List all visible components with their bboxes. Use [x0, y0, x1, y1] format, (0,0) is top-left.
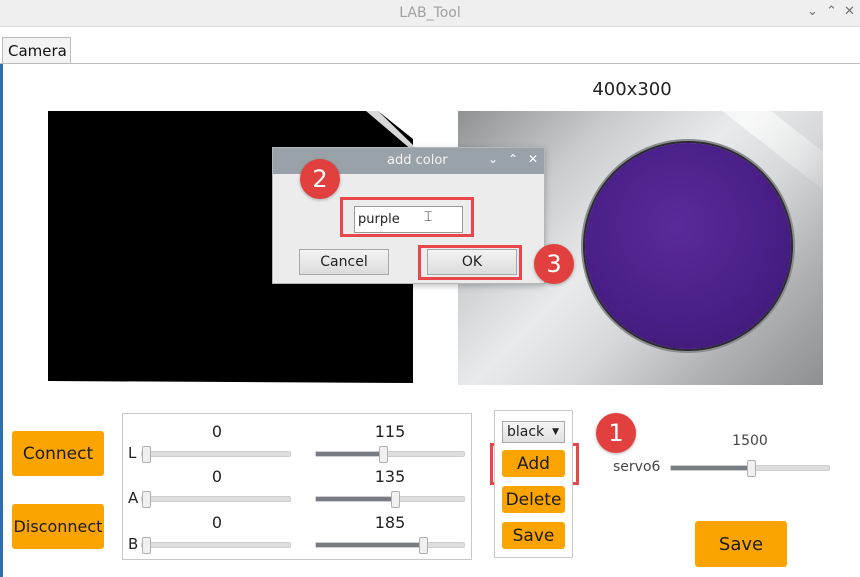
lab-max-value: 185: [374, 513, 406, 532]
ok-highlight: [418, 245, 522, 280]
save-color-button[interactable]: Save: [502, 522, 565, 549]
lab-min-value: 0: [211, 422, 223, 441]
save-button[interactable]: Save: [695, 521, 787, 567]
callout-1: 1: [596, 413, 636, 453]
lab-min-slider[interactable]: [141, 446, 291, 463]
disconnect-button[interactable]: Disconnect: [12, 504, 104, 549]
dropdown-arrow-icon: ▼: [552, 427, 559, 437]
color-select[interactable]: black ▼: [502, 421, 565, 443]
cancel-button[interactable]: Cancel: [299, 249, 389, 275]
lab-min-slider-handle[interactable]: [142, 537, 151, 554]
lab-max-value: 115: [374, 422, 406, 441]
lab-min-value: 0: [211, 467, 223, 486]
callout-2: 2: [300, 159, 340, 199]
lab-max-slider-fill: [316, 543, 425, 547]
lab-max-slider[interactable]: [315, 446, 465, 463]
dialog-title: add color: [387, 153, 448, 168]
lab-max-slider-fill: [316, 452, 383, 456]
dialog-minimize-icon[interactable]: ⌄: [488, 152, 498, 166]
window-title: LAB_Tool: [399, 5, 461, 21]
add-color-button[interactable]: Add: [502, 450, 565, 477]
lab-max-value: 135: [374, 467, 406, 486]
servo-slider-fill: [671, 466, 750, 470]
lab-max-slider[interactable]: [315, 491, 465, 508]
delete-color-button[interactable]: Delete: [502, 486, 565, 513]
servo-slider[interactable]: [670, 460, 830, 477]
lab-max-slider-handle[interactable]: [379, 446, 389, 463]
lab-channel-label: B: [128, 535, 139, 553]
input-highlight: [340, 197, 474, 237]
tab-divider: [0, 63, 860, 64]
lab-max-slider-fill: [316, 497, 395, 501]
lab-channel-label: A: [128, 489, 139, 507]
lab-min-slider[interactable]: [141, 491, 291, 508]
servo-slider-handle[interactable]: [746, 460, 756, 477]
maximize-icon[interactable]: ⌃: [826, 4, 837, 19]
lab-max-slider-handle[interactable]: [390, 491, 400, 508]
color-select-value: black: [507, 424, 545, 440]
lab-channel-label: L: [128, 444, 137, 462]
servo-label: servo6: [613, 459, 661, 475]
lab-max-slider-handle[interactable]: [418, 537, 428, 554]
resolution-label: 400x300: [592, 79, 672, 100]
connect-button[interactable]: Connect: [12, 431, 104, 476]
lab-min-value: 0: [211, 513, 223, 532]
tab-camera[interactable]: Camera: [2, 37, 71, 64]
callout-3: 3: [534, 244, 574, 284]
window-titlebar: LAB_Tool ⌄ ⌃ ✕: [0, 0, 860, 27]
lab-min-slider-handle[interactable]: [142, 446, 151, 463]
lab-min-slider-handle[interactable]: [142, 491, 151, 508]
tab-bar: [0, 27, 860, 63]
dialog-maximize-icon[interactable]: ⌃: [508, 152, 518, 166]
minimize-icon[interactable]: ⌄: [807, 4, 818, 19]
purple-disc: [585, 143, 791, 349]
dialog-close-icon[interactable]: ✕: [528, 152, 538, 166]
window-edge: [0, 64, 3, 577]
lab-max-slider[interactable]: [315, 537, 465, 554]
servo-value: 1500: [732, 433, 768, 449]
lab-min-slider[interactable]: [141, 537, 291, 554]
close-icon[interactable]: ✕: [844, 4, 855, 19]
